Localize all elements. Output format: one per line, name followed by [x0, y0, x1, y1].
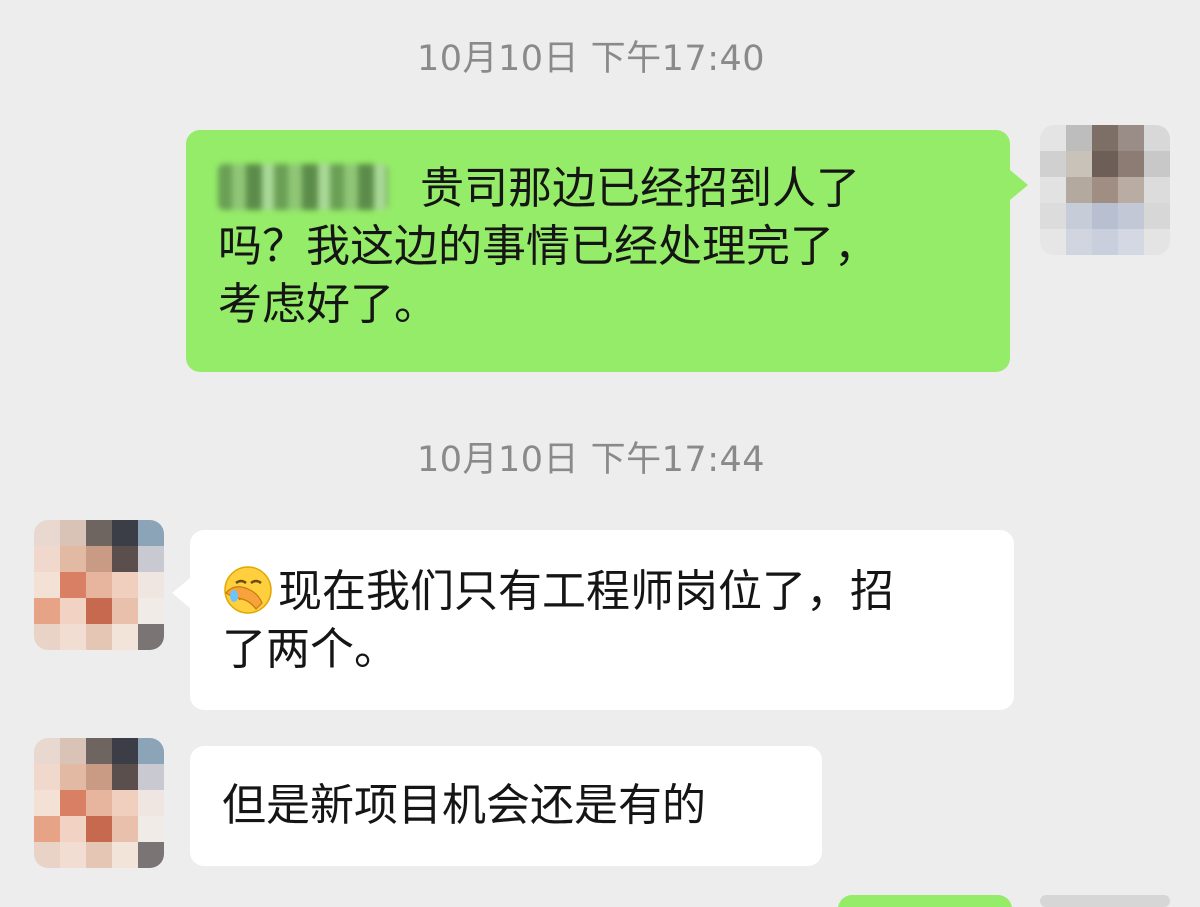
received-message-bubble[interactable]: 现在我们只有工程师岗位了，招 了两个。	[190, 530, 1014, 710]
message-line: 考虑好了。	[218, 279, 438, 330]
face-palm-emoji-icon	[224, 566, 272, 614]
message-line: 贵司那边已经招到人了	[218, 160, 978, 218]
my-avatar[interactable]	[1040, 895, 1170, 907]
received-message-bubble[interactable]: 但是新项目机会还是有的	[190, 746, 822, 866]
bubble-tail	[1010, 170, 1028, 200]
timestamp: 10月10日 下午17:44	[416, 440, 766, 480]
bubble-tail	[172, 578, 190, 608]
message-text: 现在我们只有工程师岗位了，招	[278, 566, 894, 617]
timestamp: 10月10日 下午17:40	[416, 39, 766, 79]
chat-screen: 10月10日 下午17:40 贵司那边已经招到人了 吗？我这边的事情已经处理完了…	[0, 0, 1200, 907]
message-text: 贵司那边已经招到人了	[420, 163, 860, 214]
my-avatar[interactable]	[1040, 125, 1170, 255]
contact-avatar[interactable]	[34, 738, 164, 868]
redacted-name	[218, 164, 388, 210]
sent-message-bubble-partial[interactable]	[838, 895, 1012, 907]
message-line: 吗？我这边的事情已经处理完了，	[218, 221, 878, 272]
message-line: 现在我们只有工程师岗位了，招	[222, 563, 982, 621]
message-line: 了两个。	[222, 624, 398, 675]
message-line: 但是新项目机会还是有的	[222, 780, 706, 831]
contact-avatar[interactable]	[34, 520, 164, 650]
sent-message-bubble[interactable]: 贵司那边已经招到人了 吗？我这边的事情已经处理完了， 考虑好了。	[186, 130, 1010, 372]
